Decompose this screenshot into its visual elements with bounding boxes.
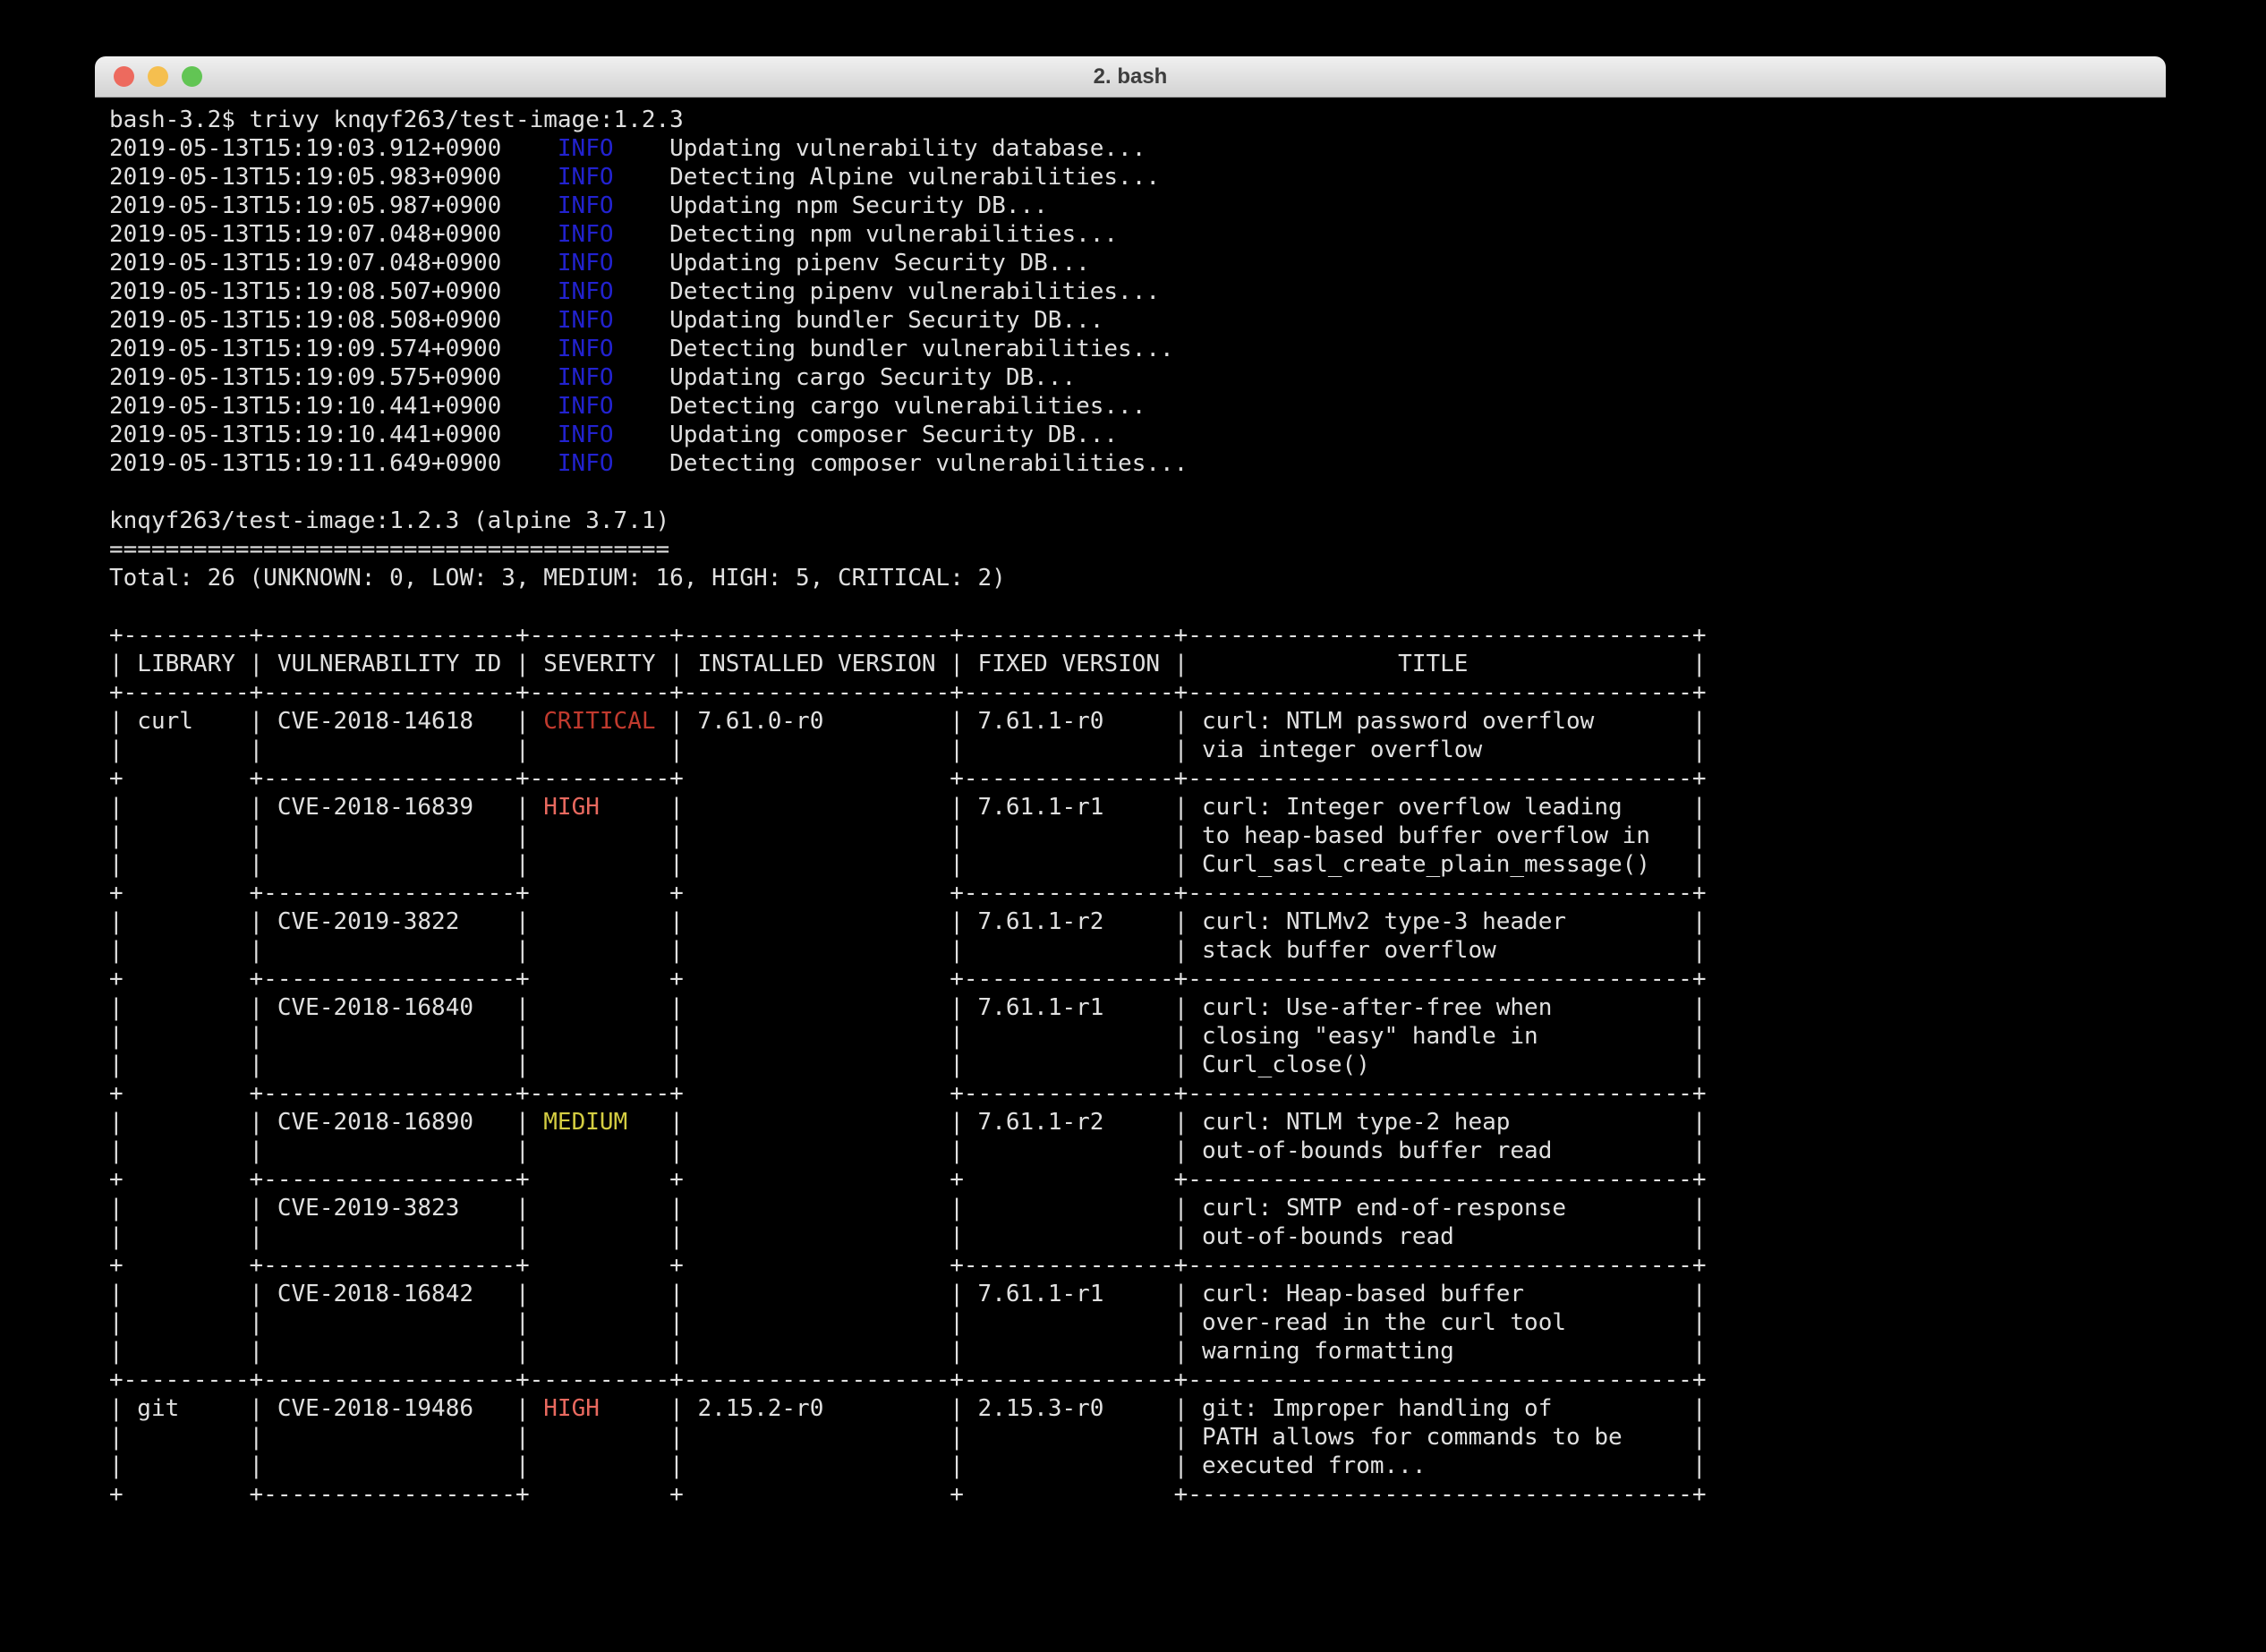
table-border: +---------+------------------+----------… bbox=[109, 678, 2166, 707]
table-row-line: | | | | | | Curl_close() | bbox=[109, 1051, 2166, 1079]
table-row-line: | | | | | | closing "easy" handle in | bbox=[109, 1022, 2166, 1051]
table-row-line: | | | | | | via integer overflow | bbox=[109, 736, 2166, 764]
terminal-content[interactable]: bash-3.2$ trivy knqyf263/test-image:1.2.… bbox=[95, 98, 2166, 1509]
report-target-line: knqyf263/test-image:1.2.3 (alpine 3.7.1) bbox=[109, 507, 2166, 535]
log-line: 2019-05-13T15:19:05.983+0900 INFO Detect… bbox=[109, 163, 2166, 192]
table-row-line: | | | | | | over-read in the curl tool | bbox=[109, 1308, 2166, 1337]
table-row-line: | | | | | | stack buffer overflow | bbox=[109, 936, 2166, 965]
table-row-line: | | CVE-2018-16890 | MEDIUM | | 7.61.1-r… bbox=[109, 1108, 2166, 1137]
table-row-line: | | | | | | warning formatting | bbox=[109, 1337, 2166, 1366]
zoom-button-icon[interactable] bbox=[182, 66, 202, 87]
table-border: + +------------------+ + +--------------… bbox=[109, 1251, 2166, 1280]
table-border: +---------+------------------+----------… bbox=[109, 1366, 2166, 1394]
log-line: 2019-05-13T15:19:09.574+0900 INFO Detect… bbox=[109, 335, 2166, 363]
report-separator-line: ======================================== bbox=[109, 535, 2166, 564]
table-border: + +------------------+----------+ +-----… bbox=[109, 764, 2166, 793]
close-button-icon[interactable] bbox=[114, 66, 134, 87]
log-line: 2019-05-13T15:19:10.441+0900 INFO Updati… bbox=[109, 421, 2166, 449]
table-border: +---------+------------------+----------… bbox=[109, 621, 2166, 650]
table-row-line: | | | | | | Curl_sasl_create_plain_messa… bbox=[109, 850, 2166, 879]
log-line: 2019-05-13T15:19:11.649+0900 INFO Detect… bbox=[109, 449, 2166, 478]
log-line: 2019-05-13T15:19:08.508+0900 INFO Updati… bbox=[109, 306, 2166, 335]
table-border: + +------------------+ + + +------------… bbox=[109, 1165, 2166, 1194]
table-row-line: | | CVE-2018-16839 | HIGH | | 7.61.1-r1 … bbox=[109, 793, 2166, 822]
log-line: 2019-05-13T15:19:07.048+0900 INFO Updati… bbox=[109, 249, 2166, 277]
table-row-line: | | CVE-2019-3822 | | | 7.61.1-r2 | curl… bbox=[109, 907, 2166, 936]
table-row-line: | | CVE-2018-16842 | | | 7.61.1-r1 | cur… bbox=[109, 1280, 2166, 1308]
table-border: + +------------------+----------+ +-----… bbox=[109, 1079, 2166, 1108]
table-row-line: | | CVE-2019-3823 | | | | curl: SMTP end… bbox=[109, 1194, 2166, 1222]
log-line: 2019-05-13T15:19:07.048+0900 INFO Detect… bbox=[109, 220, 2166, 249]
terminal-blank-line bbox=[109, 478, 2166, 507]
table-row-line: | | | | | | executed from... | bbox=[109, 1452, 2166, 1480]
table-row-line: | | | | | | out-of-bounds read | bbox=[109, 1222, 2166, 1251]
log-line: 2019-05-13T15:19:10.441+0900 INFO Detect… bbox=[109, 392, 2166, 421]
log-line: 2019-05-13T15:19:09.575+0900 INFO Updati… bbox=[109, 363, 2166, 392]
table-border: + +------------------+ + +--------------… bbox=[109, 879, 2166, 907]
table-row-line: | | CVE-2018-16840 | | | 7.61.1-r1 | cur… bbox=[109, 993, 2166, 1022]
log-line: 2019-05-13T15:19:05.987+0900 INFO Updati… bbox=[109, 192, 2166, 220]
traffic-lights bbox=[114, 66, 202, 87]
table-border: + +------------------+ + +--------------… bbox=[109, 965, 2166, 993]
log-line: 2019-05-13T15:19:08.507+0900 INFO Detect… bbox=[109, 277, 2166, 306]
log-line: 2019-05-13T15:19:03.912+0900 INFO Updati… bbox=[109, 134, 2166, 163]
table-row-line: | | | | | | PATH allows for commands to … bbox=[109, 1423, 2166, 1452]
table-header-row: | LIBRARY | VULNERABILITY ID | SEVERITY … bbox=[109, 650, 2166, 678]
shell-prompt-line: bash-3.2$ trivy knqyf263/test-image:1.2.… bbox=[109, 106, 2166, 134]
table-row-line: | | | | | | to heap-based buffer overflo… bbox=[109, 822, 2166, 850]
table-row-line: | | | | | | out-of-bounds buffer read | bbox=[109, 1137, 2166, 1165]
terminal-blank-line bbox=[109, 592, 2166, 621]
table-border: + +------------------+ + + +------------… bbox=[109, 1480, 2166, 1509]
table-row-line: | git | CVE-2018-19486 | HIGH | 2.15.2-r… bbox=[109, 1394, 2166, 1423]
terminal-window: 2. bash bash-3.2$ trivy knqyf263/test-im… bbox=[95, 56, 2166, 1631]
title-bar[interactable]: 2. bash bbox=[95, 56, 2166, 98]
report-summary-line: Total: 26 (UNKNOWN: 0, LOW: 3, MEDIUM: 1… bbox=[109, 564, 2166, 592]
minimize-button-icon[interactable] bbox=[148, 66, 168, 87]
window-title: 2. bash bbox=[1094, 64, 1168, 89]
table-row-line: | curl | CVE-2018-14618 | CRITICAL | 7.6… bbox=[109, 707, 2166, 736]
